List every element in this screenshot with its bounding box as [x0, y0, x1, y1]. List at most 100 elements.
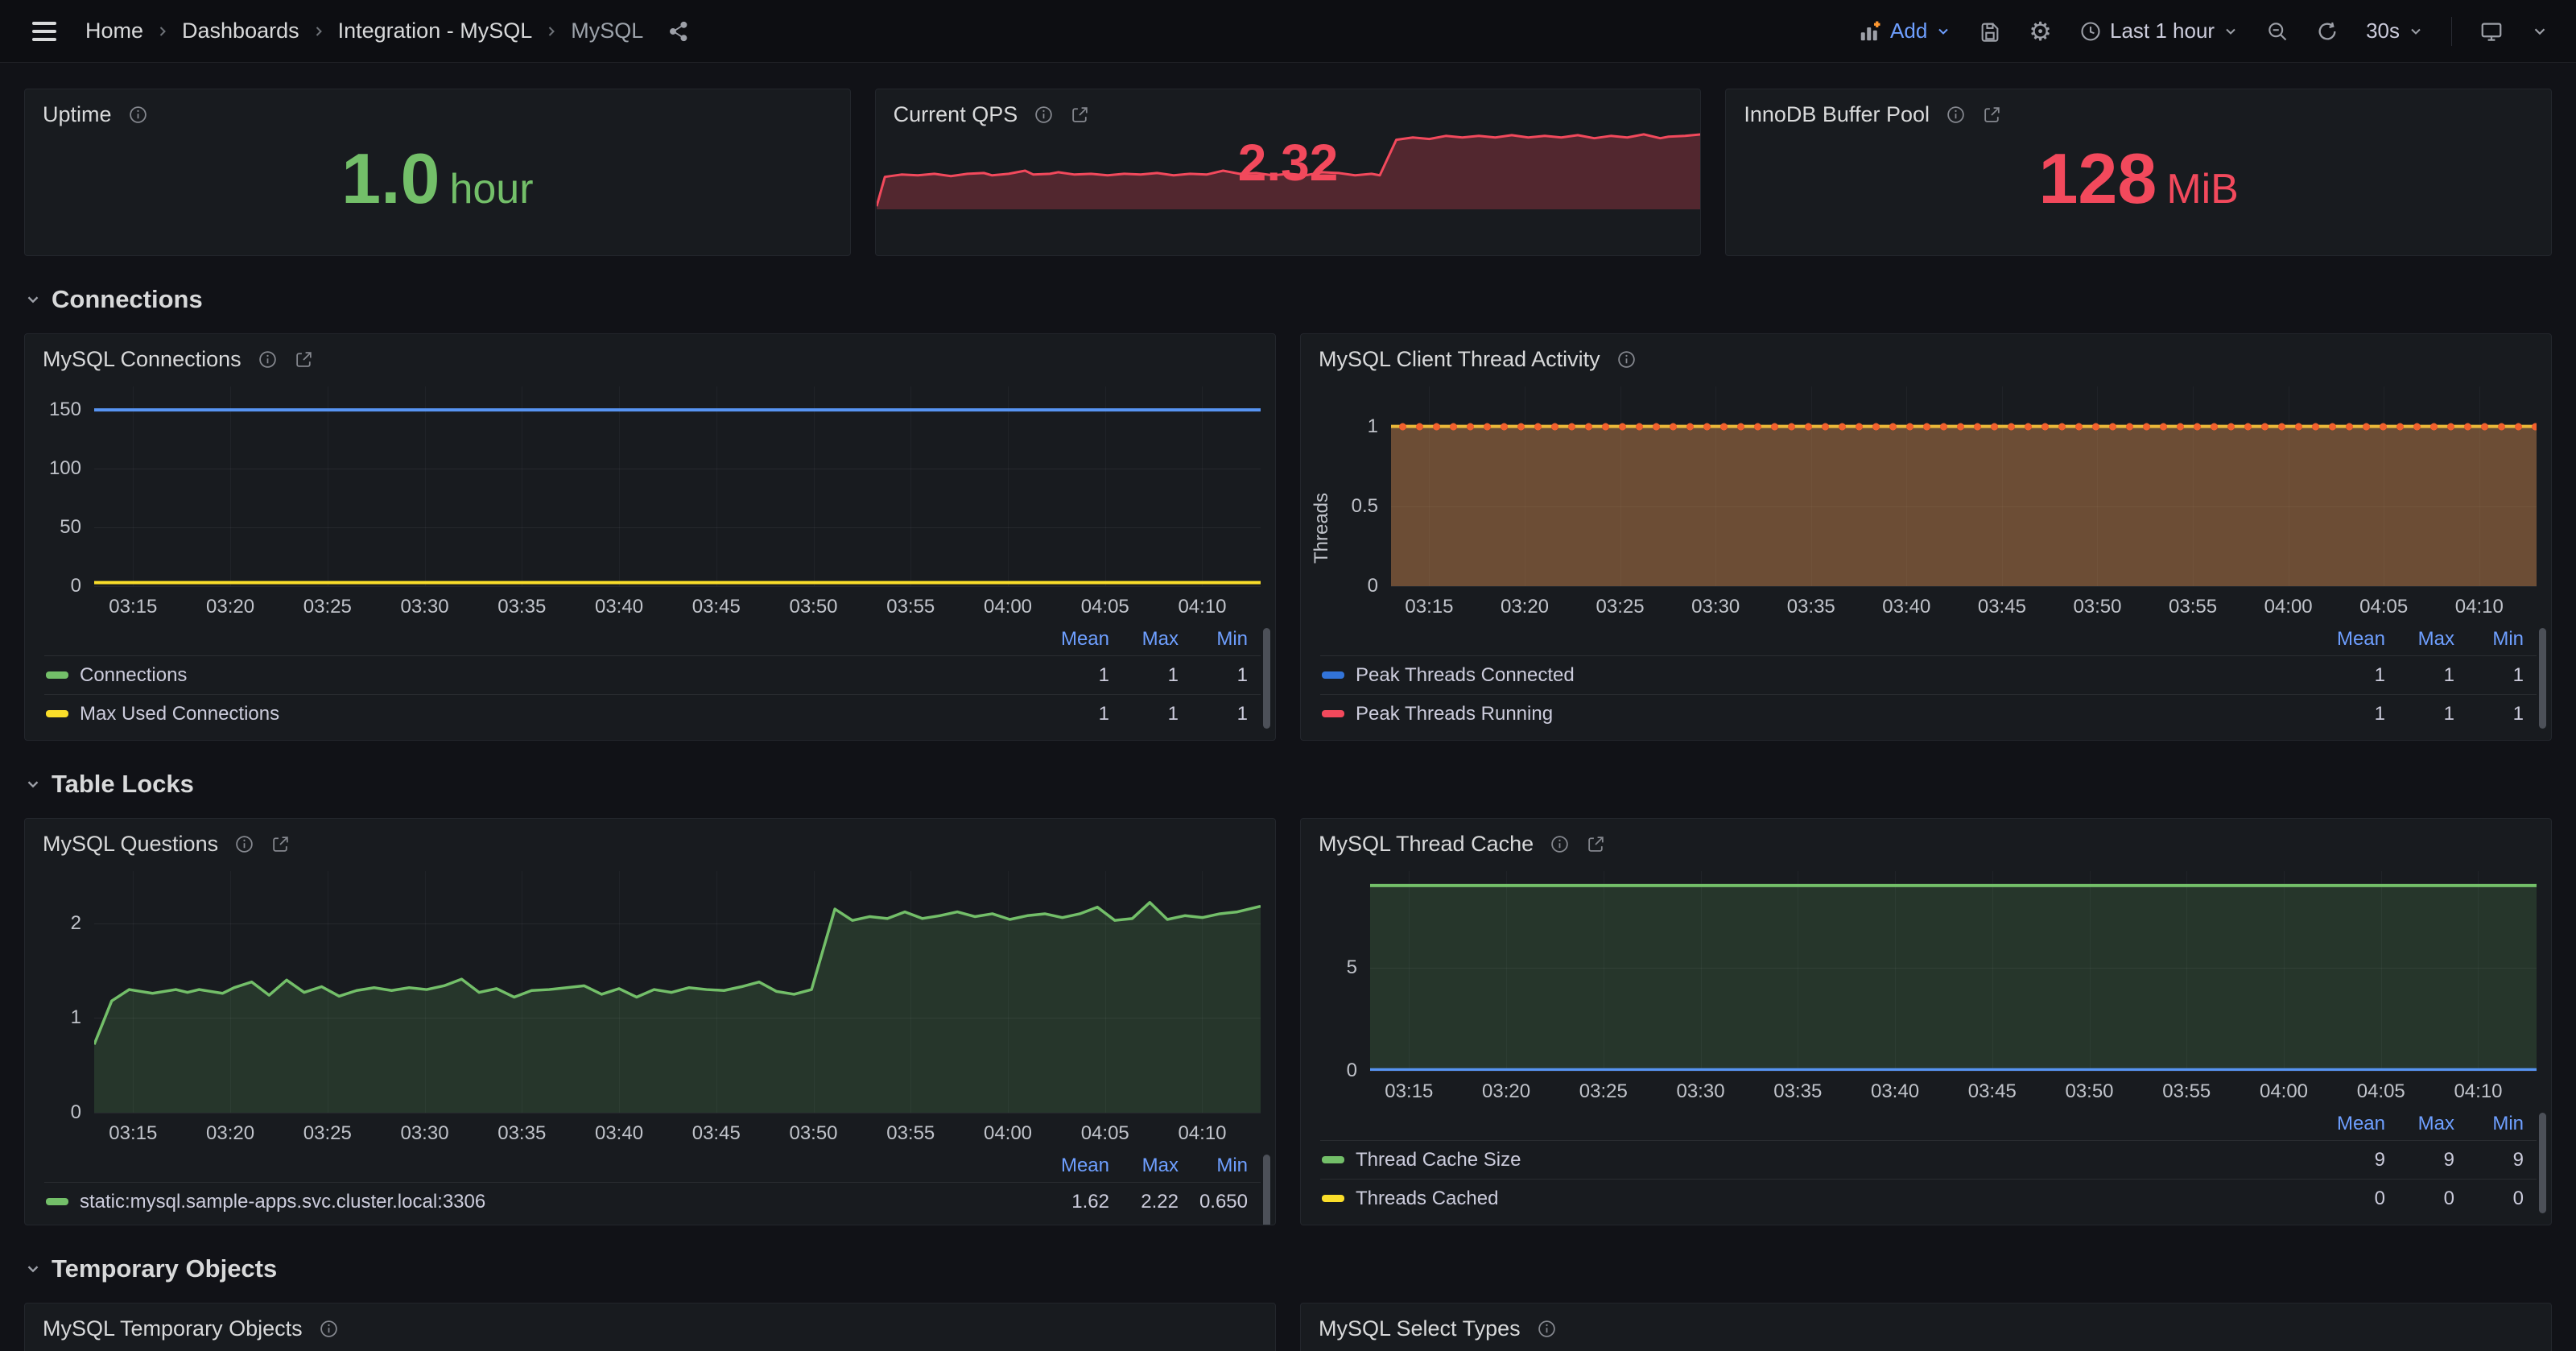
legend-scrollbar[interactable] [1263, 628, 1270, 729]
series-color-swatch [1322, 1156, 1344, 1163]
refresh-interval-dropdown[interactable]: 30s [2366, 19, 2424, 43]
x-axis: 03:1503:2003:2503:3003:3503:4003:4503:50… [1391, 586, 2537, 623]
section-row-table-locks[interactable]: Table Locks [24, 766, 2552, 802]
breadcrumb-home[interactable]: Home [85, 19, 143, 43]
external-link-icon[interactable] [270, 834, 291, 854]
time-range-label: Last 1 hour [2110, 19, 2215, 43]
info-icon[interactable] [1616, 349, 1637, 370]
legend-header-min[interactable]: Min [2454, 1113, 2524, 1135]
save-dashboard-icon[interactable] [1979, 20, 2001, 43]
chevron-down-icon [2223, 23, 2239, 39]
legend-item[interactable]: Threads Cached 0 0 0 [1320, 1179, 2537, 1217]
external-link-icon[interactable] [1982, 105, 2002, 125]
series-min: 1 [1179, 664, 1248, 687]
legend-header-mean[interactable]: Mean [2316, 628, 2385, 651]
external-link-icon[interactable] [294, 349, 314, 370]
legend-scrollbar[interactable] [2539, 628, 2546, 729]
legend-item[interactable]: Connections 1 1 1 [44, 655, 1261, 694]
panel-title[interactable]: Uptime [43, 102, 112, 127]
chevron-down-icon [24, 291, 42, 308]
panel-title[interactable]: MySQL Temporary Objects [43, 1316, 303, 1341]
zoom-out-icon[interactable] [2266, 20, 2289, 43]
info-icon[interactable] [128, 105, 148, 125]
series-max: 9 [2385, 1149, 2454, 1171]
section-row-connections[interactable]: Connections [24, 282, 2552, 317]
panel-title[interactable]: Current QPS [894, 102, 1018, 127]
info-icon[interactable] [234, 834, 254, 854]
series-min: 0.650 [1179, 1191, 1248, 1213]
breadcrumb-dashboards[interactable]: Dashboards [182, 19, 299, 43]
refresh-icon[interactable] [2316, 20, 2339, 43]
kiosk-monitor-icon[interactable] [2479, 19, 2504, 43]
section-title: Connections [52, 285, 203, 314]
series-label: Thread Cache Size [1356, 1149, 2316, 1171]
timeseries-chart[interactable]: 012 [94, 871, 1261, 1113]
info-icon[interactable] [1537, 1319, 1557, 1339]
info-icon[interactable] [258, 349, 278, 370]
series-min: 1 [2454, 703, 2524, 725]
panel-title[interactable]: MySQL Questions [43, 832, 218, 857]
panel-title[interactable]: MySQL Client Thread Activity [1319, 347, 1600, 372]
series-max: 1 [2385, 703, 2454, 725]
panel-title[interactable]: MySQL Select Types [1319, 1316, 1521, 1341]
info-icon[interactable] [1034, 105, 1054, 125]
legend-scrollbar[interactable] [1263, 1155, 1270, 1225]
external-link-icon[interactable] [1586, 834, 1606, 854]
add-panel-button[interactable]: Add [1858, 19, 1951, 43]
info-icon[interactable] [319, 1319, 339, 1339]
legend-scrollbar[interactable] [2539, 1113, 2546, 1213]
panel-title[interactable]: MySQL Thread Cache [1319, 832, 1534, 857]
clock-icon [2079, 20, 2102, 43]
series-max: 1 [2385, 664, 2454, 687]
toolbar-more-dropdown[interactable] [2531, 23, 2549, 40]
info-icon[interactable] [1550, 834, 1570, 854]
add-label: Add [1890, 19, 1927, 43]
legend-header-min[interactable]: Min [1179, 1155, 1248, 1177]
legend-item[interactable]: Thread Cache Size 9 9 9 [1320, 1140, 2537, 1179]
panel-title[interactable]: MySQL Connections [43, 347, 242, 372]
series-label: Threads Cached [1356, 1188, 2316, 1210]
legend-header-max[interactable]: Max [2385, 1113, 2454, 1135]
settings-gear-icon[interactable]: ⚙ [2029, 19, 2052, 44]
breadcrumb-integration-mysql[interactable]: Integration - MySQL [338, 19, 533, 43]
legend-header-min[interactable]: Min [1179, 628, 1248, 651]
breadcrumb-mysql[interactable]: MySQL [571, 19, 643, 43]
panel-mysql-client-thread-activity: MySQL Client Thread Activity Threads 00.… [1300, 333, 2552, 741]
time-range-picker[interactable]: Last 1 hour [2079, 19, 2239, 43]
series-mean: 1 [1040, 664, 1109, 687]
timeseries-chart[interactable]: 050100150 [94, 386, 1261, 586]
dashboard-body: Uptime 1.0 hour Current QPS 2.32 InnoDB … [0, 63, 2576, 1351]
legend: Mean Max Min static:mysql.sample-apps.sv… [44, 1150, 1261, 1221]
share-icon[interactable] [667, 20, 690, 43]
chevron-down-icon [24, 775, 42, 793]
legend: Mean Max Min Peak Threads Connected 1 1 … [1320, 623, 2537, 733]
section-title: Table Locks [52, 770, 194, 799]
panel-mysql-connections: MySQL Connections 050100150 03:1503:2003… [24, 333, 1276, 741]
legend-header-max[interactable]: Max [2385, 628, 2454, 651]
stat-unit: MiB [2166, 165, 2239, 213]
legend-item[interactable]: Peak Threads Connected 1 1 1 [1320, 655, 2537, 694]
panel-mysql-questions: MySQL Questions 012 03:1503:2003:2503:30… [24, 818, 1276, 1225]
chevron-right-icon [155, 23, 171, 39]
timeseries-chart[interactable]: 00.51 [1391, 386, 2537, 586]
legend-item[interactable]: Max Used Connections 1 1 1 [44, 694, 1261, 733]
x-axis: 03:1503:2003:2503:3003:3503:4003:4503:50… [94, 1113, 1261, 1150]
legend-header-mean[interactable]: Mean [1040, 1155, 1109, 1177]
legend-item[interactable]: static:mysql.sample-apps.svc.cluster.loc… [44, 1182, 1261, 1221]
series-color-swatch [1322, 710, 1344, 717]
section-row-temporary-objects[interactable]: Temporary Objects [24, 1251, 2552, 1287]
chevron-down-icon [24, 1260, 42, 1278]
external-link-icon[interactable] [1070, 105, 1090, 125]
x-axis: 03:1503:2003:2503:3003:3503:4003:4503:50… [94, 586, 1261, 623]
panel-title[interactable]: InnoDB Buffer Pool [1744, 102, 1930, 127]
legend-header-max[interactable]: Max [1109, 1155, 1179, 1177]
legend-item[interactable]: Peak Threads Running 1 1 1 [1320, 694, 2537, 733]
menu-icon[interactable] [27, 17, 61, 46]
chevron-down-icon [1935, 23, 1951, 39]
legend-header-mean[interactable]: Mean [1040, 628, 1109, 651]
timeseries-chart[interactable]: 05 [1370, 871, 2537, 1071]
legend-header-mean[interactable]: Mean [2316, 1113, 2385, 1135]
legend-header-max[interactable]: Max [1109, 628, 1179, 651]
legend-header-min[interactable]: Min [2454, 628, 2524, 651]
info-icon[interactable] [1946, 105, 1966, 125]
